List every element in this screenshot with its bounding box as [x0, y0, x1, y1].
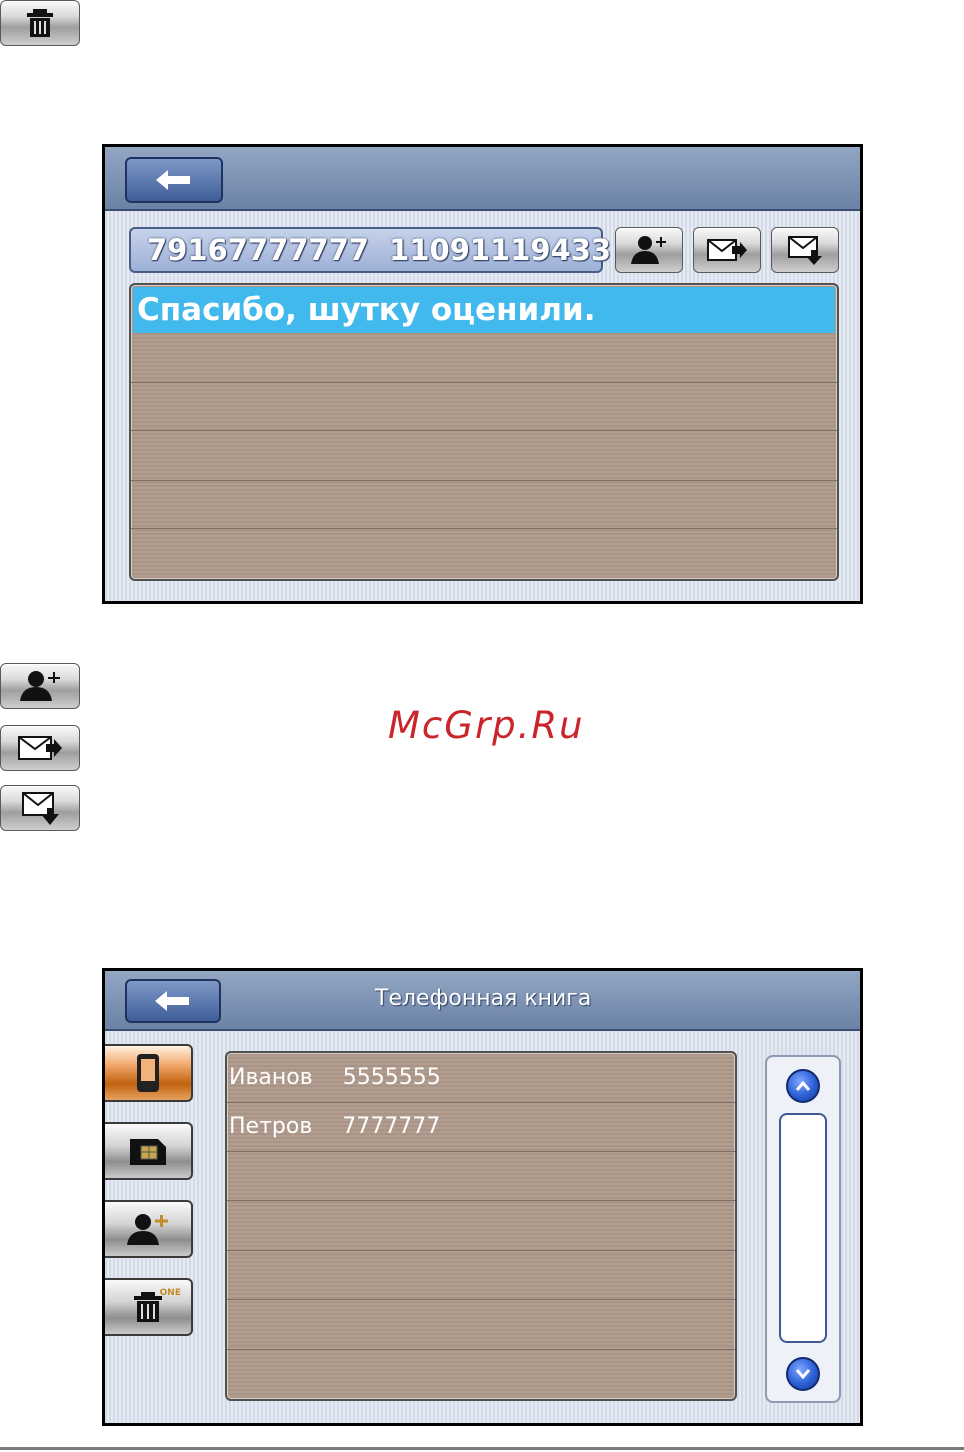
- watermark: McGrp.Ru: [388, 704, 585, 747]
- delete-one-badge: ONE: [159, 1288, 181, 1298]
- contact-name: Иванов: [229, 1065, 313, 1090]
- table-row: [227, 1300, 735, 1350]
- message-text[interactable]: Спасибо, шутку оценили.: [133, 287, 835, 333]
- forward-legend-button[interactable]: [0, 725, 80, 771]
- download-mail-icon: [22, 792, 59, 825]
- scroll-down-button[interactable]: [786, 1357, 820, 1391]
- footer-divider: [0, 1447, 964, 1450]
- tab-add-contact[interactable]: [105, 1200, 193, 1258]
- list-item: [131, 335, 837, 383]
- list-item: [131, 383, 837, 431]
- forward-message-button[interactable]: [693, 227, 761, 273]
- phonebook-screen: Телефонная книга ONE Иванов 5555555 Петр…: [102, 968, 863, 1426]
- contact-list: Иванов 5555555 Петров 7777777: [225, 1051, 737, 1401]
- scrollbar[interactable]: [765, 1055, 841, 1403]
- back-button[interactable]: [125, 157, 223, 203]
- mobile-phone-icon: [137, 1054, 159, 1092]
- add-contact-legend-button[interactable]: [0, 663, 80, 709]
- contact-number: 5555555: [342, 1065, 441, 1090]
- forward-mail-icon: [707, 239, 747, 261]
- save-legend-button[interactable]: [0, 785, 80, 831]
- scroll-thumb[interactable]: [779, 1113, 827, 1343]
- add-contact-icon: [631, 236, 666, 264]
- scroll-up-button[interactable]: [786, 1069, 820, 1103]
- table-row: [227, 1152, 735, 1201]
- sim-card-icon: [130, 1139, 166, 1165]
- back-arrow-icon: [155, 991, 189, 1011]
- message-list: Спасибо, шутку оценили.: [129, 283, 839, 581]
- table-row: [227, 1201, 735, 1251]
- chevron-down-icon: [795, 1369, 811, 1380]
- contact-number: 7777777: [342, 1114, 441, 1139]
- add-contact-icon: [127, 1214, 168, 1245]
- tab-sim-contacts[interactable]: [105, 1122, 193, 1180]
- forward-mail-icon: [18, 736, 62, 760]
- delete-legend-button[interactable]: [0, 0, 80, 46]
- phonebook-top-bar: Телефонная книга: [105, 971, 860, 1031]
- contact-name: Петров: [229, 1114, 313, 1139]
- chevron-up-icon: [795, 1080, 811, 1091]
- add-contact-icon: [20, 671, 60, 701]
- list-item: [131, 481, 837, 529]
- sender-numbers: 79167777777 11091119433: [129, 227, 611, 273]
- table-row[interactable]: Иванов 5555555: [227, 1053, 735, 1103]
- message-top-bar: [105, 147, 860, 211]
- table-row[interactable]: Петров 7777777: [227, 1103, 735, 1152]
- back-arrow-icon: [156, 170, 190, 190]
- add-contact-button[interactable]: [615, 227, 683, 273]
- save-message-button[interactable]: [771, 227, 839, 273]
- table-row: [227, 1251, 735, 1300]
- tab-phone-contacts[interactable]: [105, 1044, 193, 1102]
- tab-delete-contact[interactable]: ONE: [105, 1278, 193, 1336]
- list-item: [131, 431, 837, 481]
- download-mail-icon: [788, 236, 822, 265]
- trash-icon: [27, 9, 53, 37]
- message-screen: 79167777777 11091119433 Спасибо, шутку о…: [102, 144, 863, 604]
- back-button[interactable]: [125, 979, 221, 1023]
- page-title: Телефонная книга: [375, 986, 592, 1011]
